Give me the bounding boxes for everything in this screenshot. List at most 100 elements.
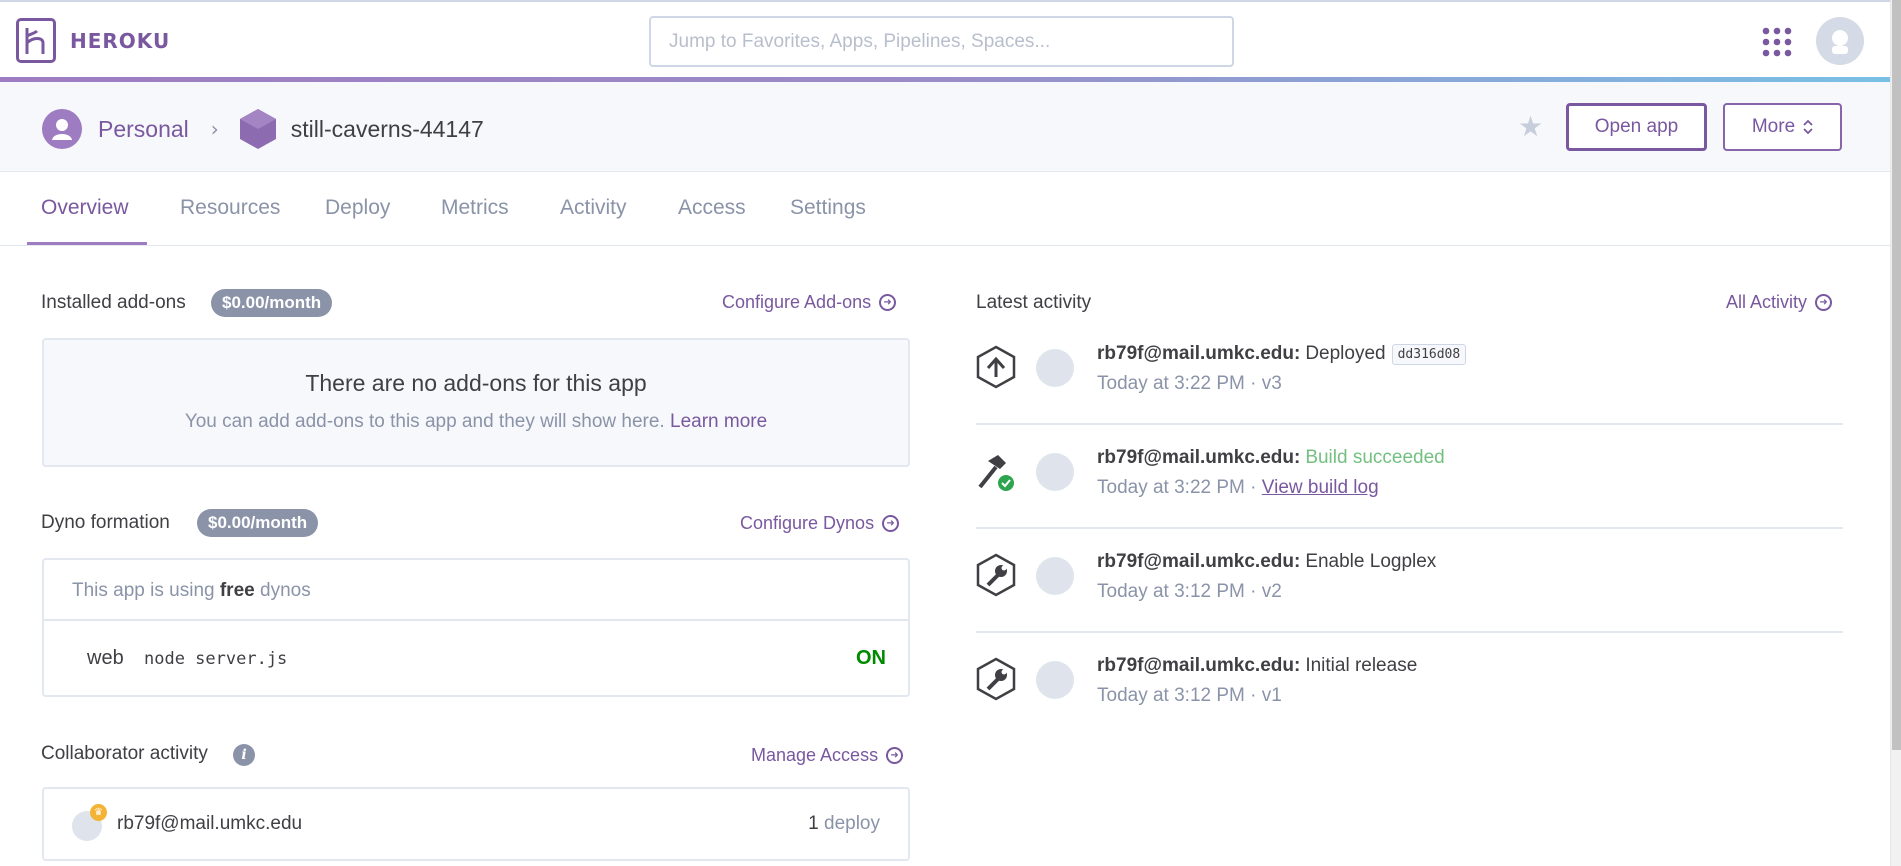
dyno-state: ON bbox=[856, 647, 886, 669]
activity-user-avatar bbox=[1036, 661, 1074, 699]
favorite-star-icon[interactable]: ★ bbox=[1518, 110, 1543, 143]
activity-action: Enable Logplex bbox=[1305, 551, 1437, 572]
more-button[interactable]: More bbox=[1723, 103, 1842, 151]
activity-summary: rb79f@mail.umkc.edu: Initial release bbox=[1097, 655, 1417, 677]
activity-separator: · bbox=[1250, 477, 1257, 498]
collaborator-activity-title: Collaborator activity bbox=[41, 743, 208, 764]
app-tabs: Overview Resources Deploy Metrics Activi… bbox=[0, 172, 1890, 246]
activity-user: rb79f@mail.umkc.edu: bbox=[1097, 447, 1301, 468]
deploy-icon bbox=[976, 345, 1016, 389]
arrow-right-circle-icon: ➜ bbox=[879, 294, 897, 311]
open-app-button[interactable]: Open app bbox=[1566, 103, 1707, 151]
tab-metrics[interactable]: Metrics bbox=[441, 196, 509, 220]
activity-action: Initial release bbox=[1305, 655, 1418, 676]
brand-name: HEROKU bbox=[70, 28, 171, 53]
dyno-command: node server.js bbox=[144, 649, 288, 669]
dyno-row-web: web node server.js ON bbox=[44, 621, 908, 695]
addons-empty-text: You can add add-ons to this app and they… bbox=[44, 411, 908, 433]
tab-settings[interactable]: Settings bbox=[790, 196, 866, 220]
search-input[interactable] bbox=[649, 16, 1234, 67]
activity-user: rb79f@mail.umkc.edu: bbox=[1097, 655, 1301, 676]
user-avatar[interactable] bbox=[1816, 17, 1864, 65]
tab-resources[interactable]: Resources bbox=[180, 196, 280, 220]
activity-user-avatar bbox=[1036, 557, 1074, 595]
top-navbar: HEROKU bbox=[0, 0, 1890, 79]
configure-dynos-label: Configure Dynos bbox=[740, 513, 875, 533]
dyno-note-suffix: dynos bbox=[260, 580, 311, 601]
addons-empty-description: You can add add-ons to this app and they… bbox=[184, 411, 665, 432]
view-build-log-link[interactable]: View build log bbox=[1262, 477, 1379, 498]
dyno-formation-title: Dyno formation bbox=[41, 512, 170, 533]
dyno-process-name: web bbox=[87, 647, 124, 669]
activity-summary: rb79f@mail.umkc.edu: Enable Logplex bbox=[1097, 551, 1436, 573]
activity-action: Deployed bbox=[1305, 343, 1386, 364]
arrow-right-circle-icon: ➜ bbox=[882, 515, 900, 532]
addons-empty-title: There are no add-ons for this app bbox=[305, 370, 647, 396]
collaborator-row: ♛ rb79f@mail.umkc.edu 1 deploy bbox=[42, 787, 910, 861]
activity-version: · v3 bbox=[1250, 373, 1282, 394]
build-icon bbox=[978, 455, 1014, 491]
activity-user: rb79f@mail.umkc.edu: bbox=[1097, 343, 1301, 364]
dyno-formation-panel: This app is using free dynos web node se… bbox=[42, 558, 910, 697]
addons-empty-state: There are no add-ons for this app You ca… bbox=[42, 338, 910, 467]
manage-access-label: Manage Access bbox=[751, 745, 879, 765]
info-icon[interactable]: i bbox=[233, 744, 255, 766]
activity-meta: Today at 3:22 PM · View build log bbox=[1097, 477, 1379, 499]
activity-time: Today at 3:22 PM bbox=[1097, 373, 1245, 394]
wrench-icon bbox=[976, 553, 1016, 597]
breadcrumb: Personal › still-caverns-44147 bbox=[42, 108, 484, 150]
latest-activity-title: Latest activity bbox=[976, 292, 1092, 313]
configure-dynos-link[interactable]: Configure Dynos ➜ bbox=[740, 513, 900, 534]
tab-access[interactable]: Access bbox=[678, 196, 746, 220]
heroku-logo[interactable]: HEROKU bbox=[16, 18, 170, 63]
app-hexagon-icon bbox=[239, 109, 276, 149]
addons-title: Installed add-ons bbox=[41, 292, 186, 313]
tab-activity[interactable]: Activity bbox=[560, 196, 627, 220]
activity-action: Build succeeded bbox=[1305, 447, 1445, 468]
chevron-right-icon: › bbox=[210, 117, 219, 141]
activity-summary: rb79f@mail.umkc.edu: Deployed dd316d08 bbox=[1097, 343, 1467, 365]
activity-summary: rb79f@mail.umkc.edu: Build succeeded bbox=[1097, 447, 1445, 469]
configure-addons-link[interactable]: Configure Add-ons ➜ bbox=[722, 292, 897, 313]
activity-user-avatar bbox=[1036, 349, 1074, 387]
collaborator-email: rb79f@mail.umkc.edu bbox=[117, 813, 303, 834]
owner-crown-icon: ♛ bbox=[90, 804, 107, 821]
apps-grid-icon[interactable] bbox=[1762, 27, 1792, 57]
wrench-icon bbox=[976, 657, 1016, 701]
dynos-price-badge: $0.00/month bbox=[197, 509, 319, 537]
activity-time: Today at 3:22 PM bbox=[1097, 477, 1245, 498]
activity-meta: Today at 3:12 PM · v1 bbox=[1097, 685, 1282, 707]
all-activity-link[interactable]: All Activity ➜ bbox=[1726, 292, 1833, 313]
activity-version: · v2 bbox=[1250, 581, 1282, 602]
dyno-type-note: This app is using free dynos bbox=[44, 560, 908, 621]
all-activity-label: All Activity bbox=[1726, 292, 1808, 312]
commit-hash[interactable]: dd316d08 bbox=[1391, 343, 1467, 365]
manage-access-link[interactable]: Manage Access ➜ bbox=[751, 745, 904, 766]
heroku-logo-icon bbox=[16, 18, 56, 63]
scrollbar-thumb[interactable] bbox=[1892, 0, 1901, 750]
breadcrumb-personal-link[interactable]: Personal bbox=[98, 116, 189, 143]
personal-account-icon bbox=[42, 109, 82, 149]
activity-time: Today at 3:12 PM bbox=[1097, 581, 1245, 602]
activity-item: rb79f@mail.umkc.edu: Initial release Tod… bbox=[976, 633, 1843, 737]
activity-item: rb79f@mail.umkc.edu: Deployed dd316d08 T… bbox=[976, 321, 1843, 425]
configure-addons-label: Configure Add-ons bbox=[722, 292, 872, 312]
activity-item: rb79f@mail.umkc.edu: Enable Logplex Toda… bbox=[976, 529, 1843, 633]
arrow-right-circle-icon: ➜ bbox=[1815, 294, 1833, 311]
collaborator-deploy-count: 1 deploy bbox=[808, 813, 880, 835]
app-name: still-caverns-44147 bbox=[290, 115, 484, 142]
deploy-count: 1 bbox=[808, 813, 819, 834]
activity-time: Today at 3:12 PM bbox=[1097, 685, 1245, 706]
dyno-type: free bbox=[219, 580, 255, 601]
activity-user: rb79f@mail.umkc.edu: bbox=[1097, 551, 1301, 572]
activity-item: rb79f@mail.umkc.edu: Build succeeded Tod… bbox=[976, 425, 1843, 529]
tab-overview[interactable]: Overview bbox=[41, 196, 129, 220]
dyno-note-prefix: This app is using bbox=[72, 580, 215, 601]
more-button-label: More bbox=[1751, 116, 1796, 137]
arrow-right-circle-icon: ➜ bbox=[886, 747, 904, 764]
addons-price-badge: $0.00/month bbox=[211, 289, 333, 317]
tab-deploy[interactable]: Deploy bbox=[325, 196, 390, 220]
learn-more-link[interactable]: Learn more bbox=[670, 411, 767, 432]
page-scrollbar[interactable] bbox=[1890, 0, 1901, 866]
activity-meta: Today at 3:22 PM · v3 bbox=[1097, 373, 1282, 395]
